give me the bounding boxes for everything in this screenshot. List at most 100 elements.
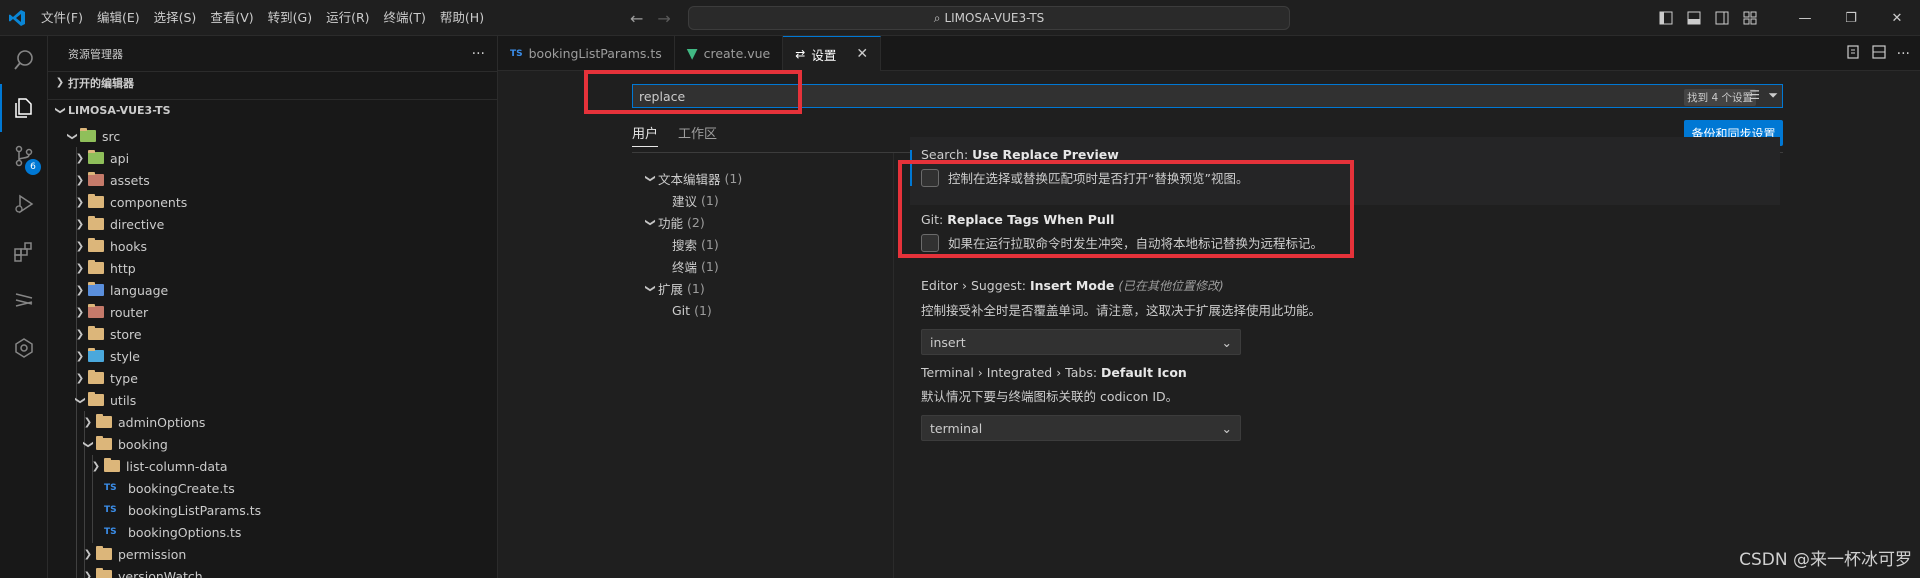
open-settings-json-icon[interactable] — [1845, 44, 1861, 64]
toc-label: 建议 — [672, 193, 698, 209]
more-actions-icon[interactable]: ··· — [472, 46, 485, 62]
tree-file[interactable]: TS bookingCreate.ts — [48, 477, 498, 499]
more-actions-icon[interactable]: ··· — [1897, 46, 1910, 62]
close-tab-icon[interactable]: ✕ — [856, 46, 868, 62]
tree-folder[interactable]: ❯ assets — [48, 169, 498, 191]
indent-guide — [92, 477, 93, 499]
toc-count: (1) — [694, 302, 712, 318]
chevron-right-icon: ❯ — [55, 77, 65, 88]
menu-help[interactable]: 帮助(H) — [433, 0, 491, 36]
chevron-down-icon: ❯ — [644, 217, 656, 227]
folder-open-icon — [96, 436, 112, 450]
toc-item[interactable]: 搜索 (1) — [642, 233, 742, 255]
tree-folder[interactable]: ❯ type — [48, 367, 498, 389]
tab-booking-list-params[interactable]: TS bookingListParams.ts — [498, 36, 675, 71]
tree-item-label: store — [110, 326, 142, 342]
menu-run[interactable]: 运行(R) — [319, 0, 376, 36]
folder-icon — [88, 370, 104, 384]
indent-guide — [76, 521, 77, 543]
menu-view[interactable]: 查看(V) — [203, 0, 260, 36]
folder-icon — [96, 546, 112, 560]
settings-search-input[interactable]: replace 找到 4 个设置 ☰ ⏷ — [632, 84, 1783, 108]
toc-count: (1) — [724, 170, 743, 186]
extensions-icon[interactable] — [0, 228, 48, 276]
tree-folder[interactable]: ❯ utils — [48, 389, 498, 411]
open-editors-section[interactable]: ❯ 打开的编辑器 — [48, 71, 497, 93]
tree-folder[interactable]: ❯ directive — [48, 213, 498, 235]
minimize-icon[interactable]: — — [1782, 0, 1828, 36]
tree-folder[interactable]: ❯ router — [48, 301, 498, 323]
toggle-primary-sidebar-icon[interactable] — [1652, 0, 1680, 36]
tree-file[interactable]: TS bookingListParams.ts — [48, 499, 498, 521]
indent-guide — [84, 477, 85, 499]
command-center[interactable]: ⌕ LIMOSA-VUE3-TS — [688, 6, 1290, 30]
project-section[interactable]: ❯ LIMOSA-VUE3-TS — [48, 99, 497, 121]
menu-go[interactable]: 转到(G) — [261, 0, 319, 36]
split-editor-icon[interactable] — [1871, 44, 1887, 64]
tree-file[interactable]: TS bookingOptions.ts — [48, 521, 498, 543]
tree-folder[interactable]: ❯ src — [48, 128, 498, 147]
default-icon-select[interactable]: terminal ⌄ — [921, 415, 1241, 441]
toggle-secondary-sidebar-icon[interactable] — [1708, 0, 1736, 36]
tab-workspace[interactable]: 工作区 — [678, 123, 717, 147]
setting-description: 默认情况下要与终端图标关联的 codicon ID。 — [921, 389, 1179, 404]
tab-settings[interactable]: ⇄ 设置 ✕ — [783, 36, 882, 71]
filter-icon[interactable]: ☰ — [1749, 88, 1760, 102]
source-control-icon[interactable]: 6 — [0, 132, 48, 180]
chevron-right-icon: ❯ — [75, 284, 85, 296]
back-arrow-icon[interactable]: ← — [630, 9, 643, 28]
toc-item[interactable]: 建议 (1) — [642, 189, 742, 211]
tree-folder[interactable]: ❯ api — [48, 147, 498, 169]
tree-folder[interactable]: ❯ hooks — [48, 235, 498, 257]
insert-mode-select[interactable]: insert ⌄ — [921, 329, 1241, 355]
indent-guide — [76, 477, 77, 499]
tab-user[interactable]: 用户 — [632, 123, 659, 147]
tree-folder[interactable]: ❯ style — [48, 345, 498, 367]
indent-guide — [76, 433, 77, 455]
toc-item[interactable]: ❯ 扩展 (1) — [642, 277, 742, 299]
menu-selection[interactable]: 选择(S) — [147, 0, 204, 36]
command-center-label: LIMOSA-VUE3-TS — [944, 11, 1045, 25]
indent-guide — [84, 521, 85, 543]
forward-arrow-icon[interactable]: → — [657, 9, 670, 28]
toc-label: Git — [672, 302, 691, 318]
tree-folder[interactable]: ❯ http — [48, 257, 498, 279]
toc-label: 功能 — [658, 215, 684, 231]
tree-folder[interactable]: ❯ language — [48, 279, 498, 301]
chevron-right-icon: ❯ — [75, 350, 85, 362]
tree-folder[interactable]: ❯ components — [48, 191, 498, 213]
funnel-icon[interactable]: ⏷ — [1768, 88, 1778, 103]
menu-edit[interactable]: 编辑(E) — [90, 0, 147, 36]
search-view-icon[interactable] — [0, 36, 48, 84]
chevron-down-icon: ❯ — [644, 173, 656, 183]
file-tree: ❯ src ❯ api ❯ assets ❯ components ❯ directive ❯ hoo… — [48, 128, 498, 578]
explorer-icon[interactable] — [0, 84, 48, 132]
chevron-down-icon: ⌄ — [1221, 334, 1232, 350]
toc-item[interactable]: ❯ 功能 (2) — [642, 211, 742, 233]
open-editors-label: 打开的编辑器 — [68, 76, 134, 90]
indent-guide — [76, 213, 77, 235]
folder-icon — [88, 282, 104, 296]
tree-folder[interactable]: ❯ adminOptions — [48, 411, 498, 433]
tree-folder[interactable]: ❯ list-column-data — [48, 455, 498, 477]
restore-icon[interactable]: ❐ — [1828, 0, 1874, 36]
toc-item[interactable]: ❯ 文本编辑器 (1) — [642, 167, 743, 189]
menu-terminal[interactable]: 终端(T) — [377, 0, 433, 36]
tab-create-vue[interactable]: ▼ create.vue — [675, 36, 784, 71]
toggle-panel-icon[interactable] — [1680, 0, 1708, 36]
settings-editor: replace 找到 4 个设置 ☰ ⏷ 用户 工作区 备份和同步设置 ❯ 文本编… — [498, 71, 1920, 578]
customize-layout-icon[interactable] — [1736, 0, 1764, 36]
chevron-down-icon: ❯ — [644, 283, 656, 293]
toc-item[interactable]: Git (1) — [642, 299, 742, 321]
tree-folder[interactable]: ❯ store — [48, 323, 498, 345]
remote-explorer-icon[interactable] — [0, 324, 48, 372]
menu-file[interactable]: 文件(F) — [34, 0, 90, 36]
close-window-icon[interactable]: ✕ — [1874, 0, 1920, 36]
tree-folder[interactable]: ❯ booking — [48, 433, 498, 455]
toc-item[interactable]: 终端 (1) — [642, 255, 742, 277]
tree-folder[interactable]: ❯ versionWatch — [48, 565, 498, 578]
run-debug-icon[interactable] — [0, 180, 48, 228]
tree-folder[interactable]: ❯ permission — [48, 543, 498, 565]
project-label: LIMOSA-VUE3-TS — [68, 104, 171, 117]
gitlens-icon[interactable] — [0, 276, 48, 324]
